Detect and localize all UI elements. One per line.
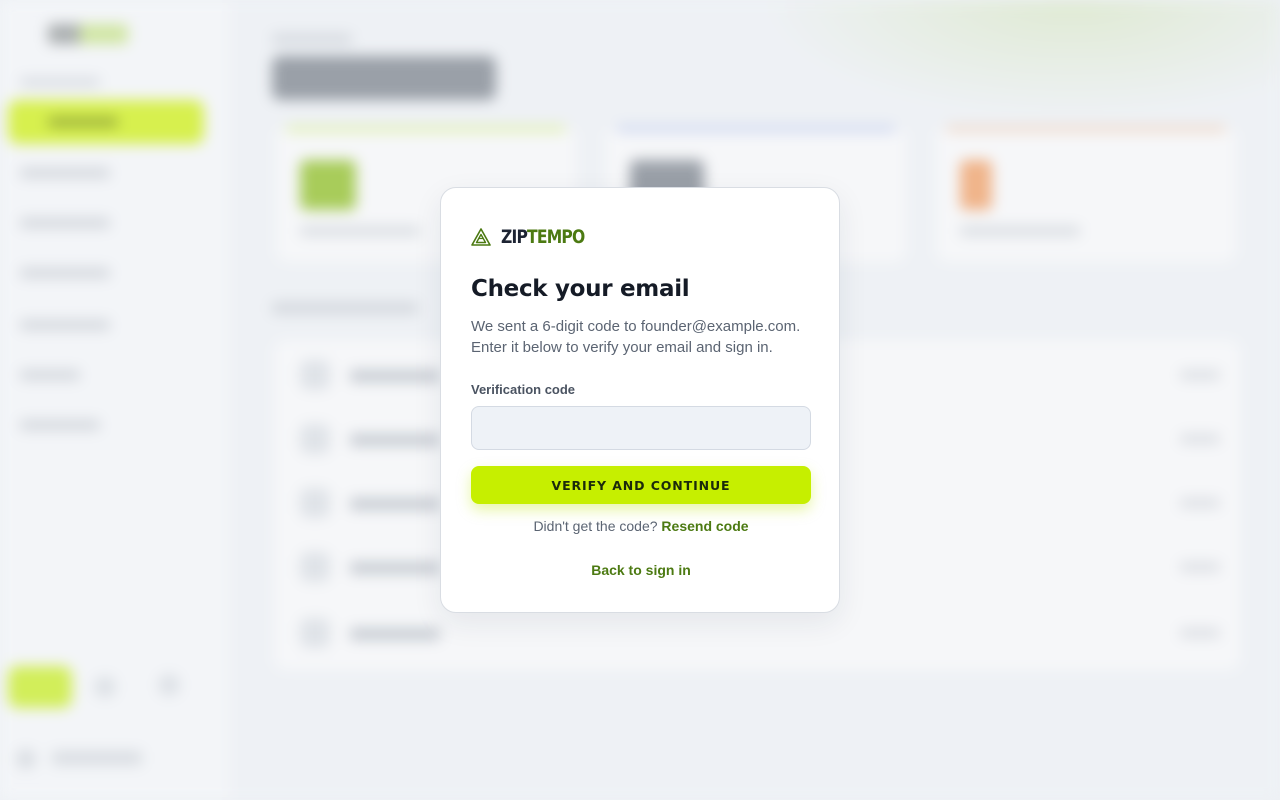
description-line-1: We sent a 6-digit code to founder@exampl…	[471, 318, 801, 335]
background-nav-item	[20, 218, 110, 228]
background-nav-item	[20, 268, 110, 278]
background-glow	[760, 0, 1280, 120]
background-pill	[8, 666, 72, 708]
background-dot	[94, 676, 116, 698]
brand-wordmark: ZIPTEMPO	[501, 226, 585, 248]
modal-title: Check your email	[471, 276, 690, 302]
background-nav-item	[20, 370, 80, 380]
resend-code-link[interactable]: Resend code	[661, 518, 748, 534]
background-nav-item	[20, 320, 110, 330]
resend-row: Didn't get the code? Resend code	[471, 518, 811, 534]
verification-code-label: Verification code	[471, 382, 576, 397]
background-section-label	[20, 78, 100, 86]
verify-email-modal: ZIPTEMPO Check your email We sent a 6-di…	[440, 187, 840, 613]
description-line-2: Enter it below to verify your email and …	[471, 339, 773, 356]
background-user	[16, 745, 146, 771]
background-title	[272, 56, 496, 100]
brand-name-part1: ZIP	[501, 226, 528, 248]
resend-prompt: Didn't get the code?	[533, 518, 658, 534]
background-list-title	[272, 302, 418, 314]
background-nav-item	[20, 420, 100, 430]
brand-logo: ZIPTEMPO	[471, 226, 603, 248]
background-sidebar	[0, 0, 230, 800]
background-subtitle	[272, 34, 352, 44]
back-to-sign-in-link[interactable]: Back to sign in	[471, 562, 811, 578]
background-card	[936, 126, 1236, 262]
background-logo	[48, 24, 128, 44]
triangle-logo-icon	[471, 228, 491, 246]
background-nav-active	[8, 100, 204, 144]
verification-code-input[interactable]	[471, 406, 811, 450]
background-nav-item	[20, 168, 110, 178]
brand-name-part2: TEMPO	[527, 226, 585, 248]
modal-description: We sent a 6-digit code to founder@exampl…	[471, 316, 811, 358]
verify-and-continue-button[interactable]: VERIFY AND CONTINUE	[471, 466, 811, 504]
background-dot	[158, 674, 180, 696]
